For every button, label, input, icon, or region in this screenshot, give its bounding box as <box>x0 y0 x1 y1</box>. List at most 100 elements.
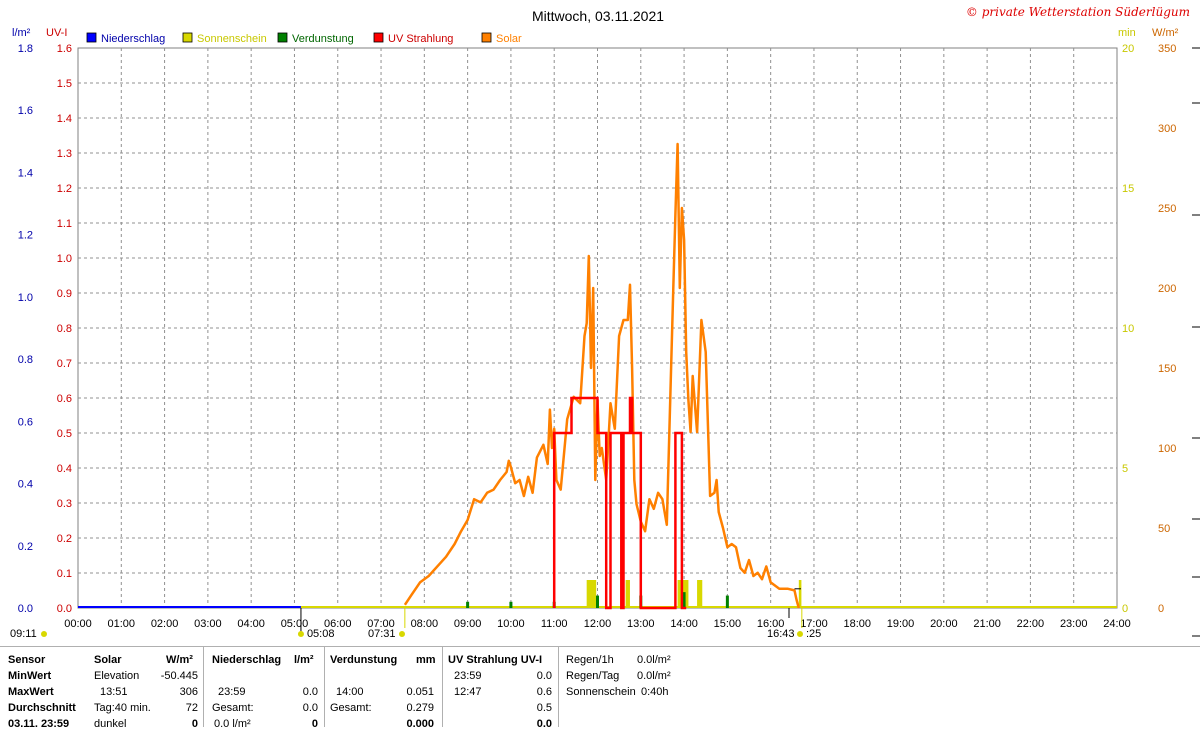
stats-header-verdunstung-unit: mm <box>416 654 436 666</box>
verdunstung-bar <box>596 595 599 608</box>
x-tick-label: 03:00 <box>194 618 222 630</box>
left-inner-tick: 0.6 <box>57 393 72 405</box>
left-outer-tick: 0.4 <box>18 479 33 491</box>
left-inner-tick: 0.4 <box>57 463 72 475</box>
left-inner-tick: 1.1 <box>57 218 72 230</box>
legend-swatch <box>481 32 492 43</box>
x-tick-label: 13:00 <box>627 618 655 630</box>
left-inner-unit: UV-I <box>46 27 67 39</box>
uv-min-label: 23:59 <box>454 670 482 682</box>
solar-current-value: 0 <box>191 718 198 730</box>
solar-max-value: 306 <box>179 686 198 698</box>
left-inner-tick: 0.3 <box>57 498 72 510</box>
x-tick-label: 01:00 <box>108 618 136 630</box>
solar-min-label: Elevation <box>94 670 140 682</box>
rain-current-label: 0.0 l/m² <box>214 718 251 730</box>
right-inner-tick: 0 <box>1122 603 1128 615</box>
x-tick-label: 20:00 <box>930 618 958 630</box>
legend-label: UV Strahlung <box>388 33 453 45</box>
marker-left-time: 09:11 <box>10 628 37 640</box>
x-tick-label: 15:00 <box>714 618 742 630</box>
marker-sunset-a: 16:43 <box>767 628 795 640</box>
left-outer-tick: 1.2 <box>18 230 33 242</box>
left-outer-tick: 1.0 <box>18 292 33 304</box>
left-inner-tick: 1.6 <box>57 43 72 55</box>
solar-avg-value: 72 <box>185 702 198 714</box>
sonnenschein-bar <box>798 580 802 608</box>
right-outer-tick: 100 <box>1158 443 1176 455</box>
stats-header-niederschlag: Niederschlag <box>212 654 282 666</box>
right-outer-tick: 50 <box>1158 523 1170 535</box>
legend-swatch <box>86 32 97 43</box>
x-tick-label: 22:00 <box>1017 618 1045 630</box>
regen-1h-label: Regen/1h <box>566 654 614 666</box>
marker-sunrise-b: 07:31 <box>368 628 396 640</box>
left-outer-tick: 0.0 <box>18 603 33 615</box>
verdunstung-bar <box>466 601 470 608</box>
right-outer-unit: W/m² <box>1152 27 1179 39</box>
legend-label: Niederschlag <box>101 33 165 45</box>
left-outer-tick: 0.2 <box>18 541 33 553</box>
uv-current-value: 0.0 <box>536 718 552 730</box>
sonnenschein-value: 0:40h <box>641 686 669 698</box>
marker-left-dot <box>41 631 47 637</box>
stats-row-min: MinWert <box>8 670 52 682</box>
x-tick-label: 14:00 <box>670 618 698 630</box>
copyright-text: © private Wetterstation Süderlügum <box>966 5 1190 19</box>
right-outer-tick: 250 <box>1158 203 1176 215</box>
evap-total-value: 0.279 <box>406 702 434 714</box>
regen-tag-label: Regen/Tag <box>566 670 620 682</box>
stats-header-uv: UV Strahlung UV-I <box>448 654 543 666</box>
stats-header-solar: Solar <box>94 654 122 666</box>
left-outer-unit: l/m² <box>12 27 31 39</box>
solar-max-label: 13:51 <box>100 686 128 698</box>
stats-header-niederschlag-unit: l/m² <box>294 654 314 666</box>
marker-sunset-b: :25 <box>806 628 821 640</box>
solar-min-value: -50.445 <box>160 670 198 682</box>
marker-sunrise-dot <box>297 631 304 637</box>
right-inner-tick: 5 <box>1122 463 1128 475</box>
right-inner-tick: 10 <box>1122 323 1134 335</box>
x-tick-label: 21:00 <box>973 618 1001 630</box>
left-inner-tick: 1.2 <box>57 183 72 195</box>
left-inner-tick: 1.5 <box>57 78 72 90</box>
left-outer-tick: 1.6 <box>18 105 33 117</box>
right-outer-tick: 300 <box>1158 123 1176 135</box>
right-outer-tick: 350 <box>1158 43 1176 55</box>
sonnenschein-bar <box>586 580 597 608</box>
weather-chart: 00:00 01:00 02:00 03:00 04:00 05:00 06:00 07:00… <box>10 5 1200 640</box>
verdunstung-bar <box>509 601 513 608</box>
right-outer-tick: 150 <box>1158 363 1176 375</box>
chart-axes <box>1192 47 1200 637</box>
legend-swatch <box>277 32 288 43</box>
x-tick-label: 12:00 <box>584 618 612 630</box>
x-tick-label: 00:00 <box>64 618 92 630</box>
left-outer-tick: 1.4 <box>18 167 33 179</box>
uv-min-value: 0.0 <box>536 670 552 682</box>
left-inner-tick: 0.2 <box>57 533 72 545</box>
left-inner-tick: 1.4 <box>57 113 72 125</box>
x-tick-label: 02:00 <box>151 618 179 630</box>
x-tick-label: 10:00 <box>497 618 525 630</box>
x-tick-label: 08:00 <box>411 618 439 630</box>
marker-sunset-dot <box>797 631 803 637</box>
marker-sunrise-a: 05:08 <box>307 628 335 640</box>
evap-current-value: 0.000 <box>406 718 434 730</box>
evap-total-label: Gesamt: <box>330 702 372 714</box>
rain-total-label: Gesamt: <box>212 702 254 714</box>
evap-max-label: 14:00 <box>336 686 364 698</box>
left-outer-tick: 0.6 <box>18 416 33 428</box>
stats-row-avg: Durchschnitt <box>8 702 76 714</box>
stats-header-sensor: Sensor <box>8 654 46 666</box>
marker-sunrise-b-dot <box>399 631 405 637</box>
legend-label: Sonnenschein <box>197 33 267 45</box>
sonnenschein-label: Sonnenschein <box>566 686 636 698</box>
x-tick-label: 09:00 <box>454 618 482 630</box>
legend-swatch <box>373 32 384 43</box>
right-inner-tick: 20 <box>1122 43 1134 55</box>
x-tick-label: 24:00 <box>1103 618 1131 630</box>
rain-current-value: 0 <box>311 718 318 730</box>
left-outer-tick: 0.8 <box>18 354 33 366</box>
left-outer-tick: 1.8 <box>18 43 33 55</box>
stats-row-max: MaxWert <box>8 686 54 698</box>
